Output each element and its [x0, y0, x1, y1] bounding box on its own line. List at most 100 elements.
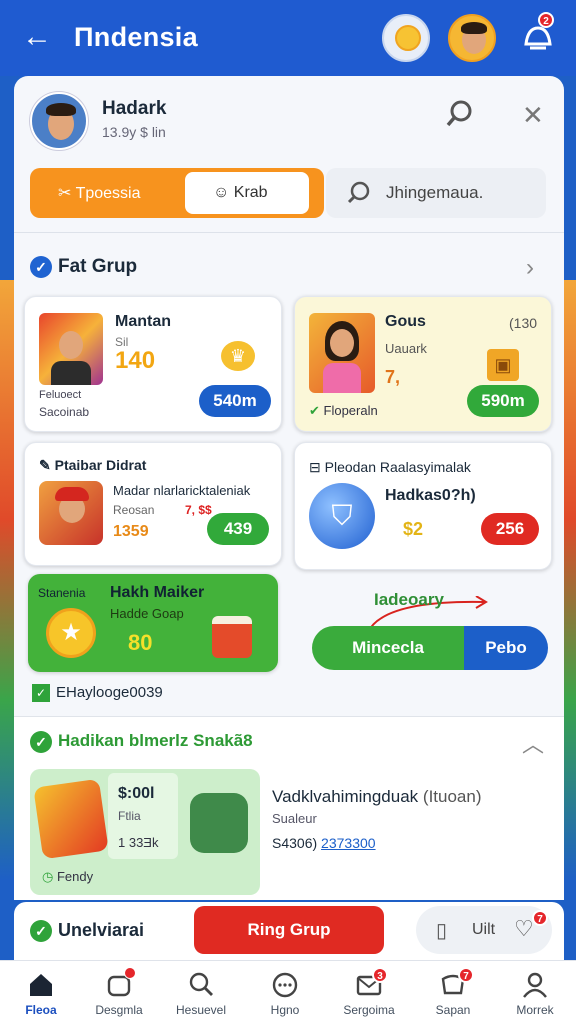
profile-hair — [46, 103, 76, 116]
card-price: 7, — [385, 367, 401, 387]
pebo-button[interactable]: Pebo — [464, 626, 548, 670]
thumbnail-face — [59, 331, 83, 359]
tools-icon: ✂ — [58, 185, 76, 202]
edit-icon: ✎ — [39, 457, 55, 473]
card-foot2: Sacoinab — [39, 405, 90, 419]
reward-card-hakh[interactable]: Stanenia Hakh Maiker Hadde Goap ★ 80 — [28, 574, 278, 672]
card-price-button[interactable]: 540m — [199, 385, 271, 417]
check-icon: ✔ — [309, 403, 324, 418]
nav-desgmla[interactable]: Desgmla — [78, 961, 160, 1024]
nav-label: Hesuevel — [175, 1003, 227, 1017]
popcorn-icon — [212, 616, 252, 658]
nav-sapan[interactable]: 7 Sapan — [412, 961, 494, 1024]
user-avatar[interactable] — [448, 14, 496, 62]
tab-bar: ✂ Tpoessia ☺ Krab — [30, 168, 324, 218]
back-arrow-icon[interactable]: ← — [22, 20, 52, 54]
card-price-button[interactable]: 439 — [207, 513, 269, 545]
tab-krab[interactable]: ☺ Krab — [185, 172, 309, 214]
promo-num: 1 33Ǝk — [118, 835, 159, 850]
nav-hesuevel[interactable]: Hesuevel — [160, 961, 242, 1024]
promo-line: S4306) 2373300 — [272, 835, 376, 851]
card-price-button[interactable]: 256 — [481, 513, 539, 545]
tab-label: ☺ Krab — [213, 184, 268, 201]
profile-avatar[interactable] — [30, 92, 88, 150]
promo-sub2: Sualeur — [272, 811, 317, 826]
section-title: Unelviarai — [58, 920, 145, 940]
notification-badge: 2 — [538, 12, 554, 28]
promo-sub: Ftlia — [118, 809, 141, 823]
thumbnail-body — [51, 361, 91, 385]
promo-title: Vadklvahimingduak (Ituoan) — [272, 787, 482, 806]
nav-badge: 7 — [458, 967, 474, 983]
checkbox-icon[interactable]: ✓ — [32, 684, 50, 702]
chevron-up-icon[interactable]: ︿ — [522, 727, 544, 759]
promo-character-image — [33, 778, 109, 860]
profile-name: Hadark — [102, 98, 167, 119]
divider — [14, 232, 564, 233]
promo-card[interactable]: $:00l Ftlia 1 33Ǝk ◷ Fendy — [30, 769, 260, 895]
coin-icon — [395, 25, 421, 51]
ring-grup-button[interactable]: Ring Grup — [194, 906, 384, 954]
heart-icon: ♡ — [514, 916, 534, 941]
game-thumbnail — [39, 481, 103, 545]
mincecla-button[interactable]: Mincecla — [312, 626, 464, 670]
check-icon: ✓ — [30, 256, 52, 278]
nav-label: Fleoa — [25, 1003, 57, 1017]
game-card-gous[interactable]: Gous (130 Uauark 7, ▣ ✔ Floperaln 590m — [294, 296, 552, 432]
segmented-buttons: Mincecla Pebo — [312, 626, 548, 670]
tab-label: Tpoessia — [75, 185, 141, 202]
section-unelviarai: ✓ Unelviarai Ring Grup ▯ Uilt ♡ 7 — [14, 902, 564, 960]
card-foot1: Feluoect — [39, 389, 82, 401]
check-icon: ✓ — [30, 920, 52, 942]
chevron-right-icon[interactable]: › — [526, 254, 534, 282]
chat-icon — [272, 972, 298, 998]
card-price-button[interactable]: 590m — [467, 385, 539, 417]
tab-tpoessia[interactable]: ✂ Tpoessia — [58, 183, 140, 203]
card-sub2: 7, $$ — [185, 503, 212, 517]
nav-badge: 3 — [372, 967, 388, 983]
thumbnail-body — [323, 363, 361, 393]
thumbnail-face — [330, 329, 354, 357]
promo-foot: ◷ Fendy — [42, 869, 94, 884]
app-title: Πndensia — [74, 22, 198, 52]
bottom-navigation: Fleoa Desgmla Hesuevel Hgno 3 Sergoima 7… — [0, 960, 576, 1024]
promo-link[interactable]: 2373300 — [321, 835, 376, 851]
game-thumbnail — [309, 313, 375, 393]
card-price: 1359 — [113, 523, 149, 540]
card-title: Madar nlarlaricktaleniak — [113, 483, 251, 498]
search-placeholder: Jhingemaua. — [386, 183, 484, 202]
card-title: Mantan — [115, 313, 171, 330]
user-icon: ☺ — [213, 184, 234, 201]
close-icon[interactable]: ✕ — [522, 102, 548, 128]
game-card-pleodan[interactable]: ⊟ Pleodan Raalasyimalak ⛉ Hadkas0?h) $2 … — [294, 442, 552, 570]
top-app-bar: ← Πndensia 2 — [0, 0, 576, 76]
nav-sergoima[interactable]: 3 Sergoima — [328, 961, 410, 1024]
section-title: Hadikan blmerlz Snakã8 — [58, 731, 253, 750]
card-price: $2 — [403, 519, 424, 539]
card-title: Gous — [385, 313, 426, 330]
gift-box-icon: ▣ — [487, 349, 519, 381]
main-panel: Hadark 13.9y $ lin ✕ ✂ Tpoessia ☺ Krab J… — [14, 76, 564, 900]
nav-home[interactable]: Fleoa — [0, 961, 82, 1024]
search-field[interactable]: Jhingemaua. — [326, 168, 546, 218]
game-card-mantan[interactable]: Mantan Sil 140 ♛ Feluoect Sacoinab 540m — [24, 296, 282, 432]
profile-icon — [523, 972, 547, 998]
section-hadikan: ✓ Hadikan blmerlz Snakã8 ︿ $:00l Ftlia 1… — [14, 716, 564, 900]
thumbnail-cap — [55, 487, 89, 501]
clock-icon: ◷ — [42, 869, 57, 884]
game-card-ptaibar[interactable]: ✎ Ptaibar Didrat Madar nlarlaricktalenia… — [24, 442, 282, 566]
nav-morrek[interactable]: Morrek — [494, 961, 576, 1024]
card-sub: Reosan — [113, 503, 155, 517]
card-label: Iadeoary — [374, 590, 444, 609]
util-button[interactable]: ▯ Uilt ♡ 7 — [416, 906, 552, 954]
nav-hgno[interactable]: Hgno — [244, 961, 326, 1024]
card-title: Hakh Maiker — [110, 584, 205, 601]
card-title: Hadkas0?h) — [385, 487, 476, 504]
card-foot: ✔ Floperaln — [309, 403, 378, 418]
nav-label: Morrek — [516, 1003, 554, 1017]
search-icon[interactable] — [444, 98, 476, 130]
nav-label: Desgmla — [95, 1003, 143, 1017]
card-value: 80 — [128, 630, 153, 655]
card-head: ✎ Ptaibar Didrat — [39, 457, 147, 473]
coin-button[interactable] — [382, 14, 430, 62]
